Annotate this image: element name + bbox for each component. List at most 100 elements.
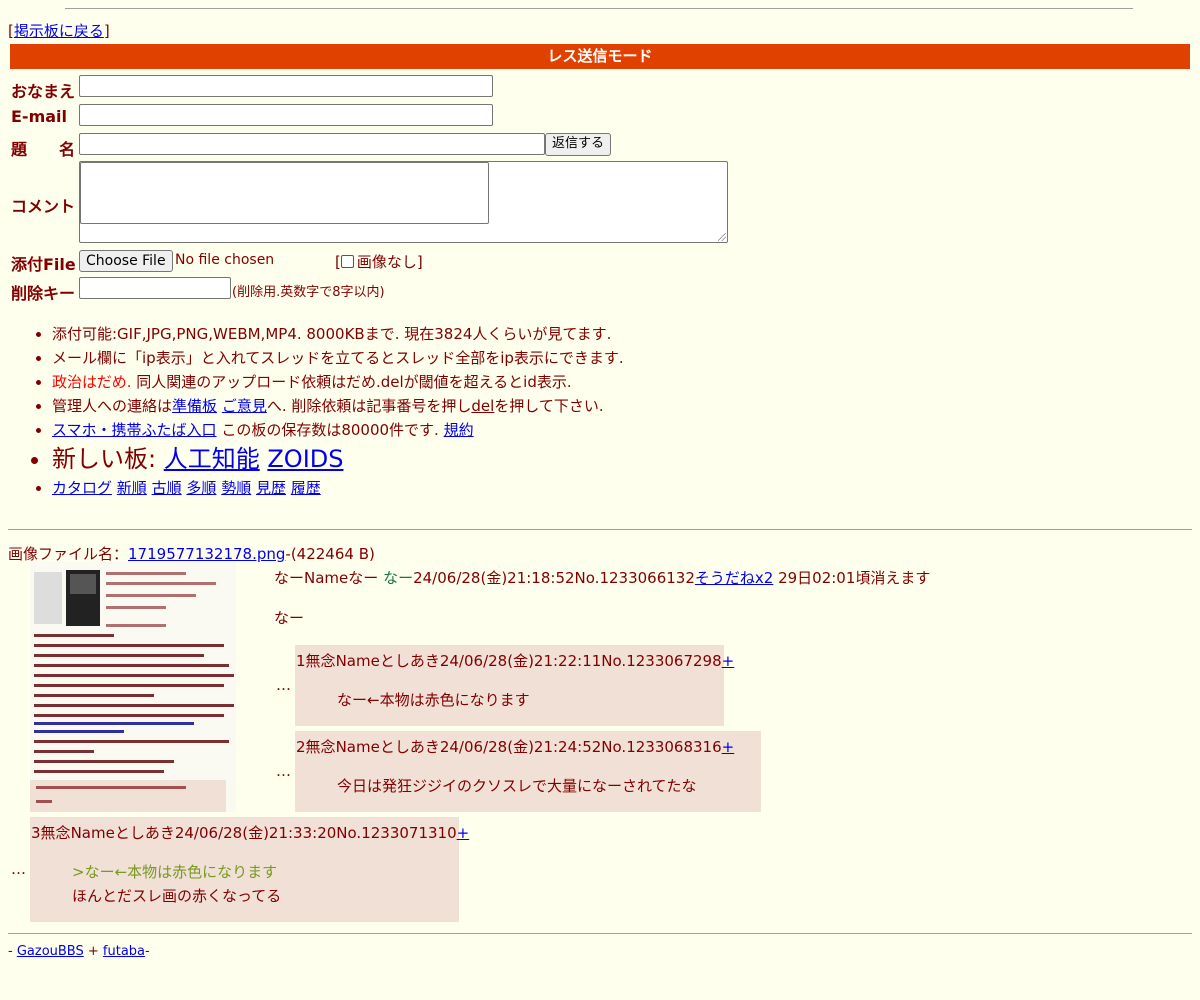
- file-size: -(422464 B): [285, 545, 375, 563]
- new-board-text: 新しい板:: [52, 445, 164, 473]
- reply-plus-button[interactable]: +: [457, 824, 470, 842]
- footer-text: -: [145, 944, 150, 959]
- catalog-link[interactable]: カタログ: [52, 479, 112, 497]
- prep-board-link[interactable]: 準備板: [172, 397, 217, 415]
- name-label: おなまえ: [11, 82, 76, 101]
- rule-text: 同人関連のアップロード依頼はだめ.delが閾値を超えるとid表示.: [131, 373, 572, 391]
- reply-number: 2: [296, 738, 306, 756]
- rule-item: 添付可能:GIF,JPG,PNG,WEBM,MP4. 8000KBまで. 現在3…: [52, 322, 624, 346]
- rule-item: 新しい板: 人工知能 ZOIDS: [52, 442, 624, 476]
- reply-post-number: No.1233067298: [601, 652, 722, 670]
- subject-label: 題 名: [11, 140, 76, 159]
- post-history-link[interactable]: 履歴: [291, 479, 321, 497]
- op-subject: なー: [274, 569, 305, 587]
- viewed-history-link[interactable]: 見歴: [256, 479, 286, 497]
- reply-plus-button[interactable]: +: [722, 738, 735, 756]
- reply-number: 1: [296, 652, 306, 670]
- no-image-bracket-close: ]: [416, 253, 423, 271]
- reply-datetime: 24/06/28(金)21:24:52: [439, 738, 602, 756]
- back-nav: [掲示板に戻る]: [8, 20, 110, 41]
- rule-text: 管理人への連絡は: [52, 397, 173, 415]
- reply-header: 2無念Nameとしあき24/06/28(金)21:24:52No.1233068…: [296, 736, 734, 757]
- subject-input[interactable]: [79, 133, 545, 155]
- reply-post-number: No.1233068316: [601, 738, 722, 756]
- no-image-label: 画像なし: [356, 253, 417, 271]
- rule-item: カタログ 新順 古順 多順 勢順 見歴 履歴: [52, 476, 624, 500]
- back-to-board-link[interactable]: 掲示板に戻る: [14, 22, 104, 40]
- reply-subject: 無念: [305, 652, 336, 670]
- file-prefix: 画像ファイル名：: [8, 545, 129, 563]
- submit-reply-button[interactable]: 返信する: [545, 133, 612, 156]
- no-image-bracket-open: [: [335, 253, 341, 271]
- op-datetime: 24/06/28(金)21:18:52: [413, 569, 575, 587]
- choose-file-button[interactable]: Choose File: [79, 250, 173, 272]
- reply-name-label: Name: [335, 652, 380, 670]
- sort-momentum-link[interactable]: 勢順: [221, 479, 251, 497]
- sodane-button[interactable]: そうだねx2: [695, 569, 773, 587]
- reply-name: としあき: [114, 824, 175, 842]
- reply-ellipsis: …: [276, 762, 291, 780]
- mobile-entrance-link[interactable]: スマホ・携帯ふたば入口: [52, 421, 217, 439]
- reply-body: ほんとだスレ画の赤くなってる: [72, 887, 282, 905]
- reply-header: 1無念Nameとしあき24/06/28(金)21:22:11No.1233067…: [296, 650, 734, 671]
- op-post-header: なーNameなー なー24/06/28(金)21:18:52No.1233066…: [274, 567, 930, 588]
- reply-post: 2無念Nameとしあき24/06/28(金)21:24:52No.1233068…: [295, 731, 761, 812]
- op-name-label: Name: [304, 569, 349, 587]
- reply-datetime: 24/06/28(金)21:33:20: [174, 824, 337, 842]
- resize-grip-icon[interactable]: [718, 233, 726, 241]
- rule-item: 管理人への連絡は準備板 ご意見へ. 削除依頼は記事番号を押しdelを押して下さい…: [52, 394, 624, 418]
- reply-subject: 無念: [40, 824, 71, 842]
- comment-textarea[interactable]: [79, 161, 728, 243]
- reply-ellipsis: …: [276, 676, 291, 694]
- sort-new-link[interactable]: 新順: [117, 479, 147, 497]
- rule-item: スマホ・携帯ふたば入口 この板の保存数は80000件です. 規約: [52, 418, 624, 442]
- delete-key-label: 削除キー: [11, 284, 76, 303]
- thread-image-thumbnail[interactable]: [30, 562, 236, 812]
- politics-warning: 政治はだめ.: [52, 373, 132, 391]
- bracket-close: ]: [103, 22, 110, 40]
- reply-name-label: Name: [335, 738, 380, 756]
- comment-label: コメント: [11, 197, 76, 216]
- reply-body: なー←本物は赤色になります: [337, 691, 530, 709]
- reply-mode-bar: レス送信モード: [10, 44, 1190, 69]
- sort-old-link[interactable]: 古順: [152, 479, 182, 497]
- reply-name: としあき: [379, 738, 440, 756]
- reply-plus-button[interactable]: +: [722, 652, 735, 670]
- zoids-board-link[interactable]: ZOIDS: [267, 445, 343, 473]
- gazoubbs-link[interactable]: GazouBBS: [17, 944, 84, 959]
- feedback-link[interactable]: ご意見: [222, 397, 267, 415]
- terms-link[interactable]: 規約: [444, 421, 474, 439]
- op-post-number: No.1233066132: [574, 569, 695, 587]
- reply-header: 3無念Nameとしあき24/06/28(金)21:33:20No.1233071…: [31, 822, 469, 843]
- no-image-checkbox[interactable]: [340, 255, 354, 268]
- delete-key-input[interactable]: [79, 277, 231, 299]
- reply-name: としあき: [379, 652, 440, 670]
- op-body: なー: [274, 609, 305, 627]
- reply-quote: >なー←本物は赤色になります: [72, 863, 278, 881]
- ai-board-link[interactable]: 人工知能: [164, 445, 260, 473]
- rule-item: 政治はだめ. 同人関連のアップロード依頼はだめ.delが閾値を超えるとid表示.: [52, 370, 624, 394]
- comment-inner-box: [80, 162, 489, 224]
- file-label: 添付File: [11, 255, 76, 274]
- no-image-option: [ 画像なし]: [335, 251, 423, 272]
- top-divider: [65, 8, 1133, 9]
- name-input[interactable]: [79, 75, 493, 97]
- reply-post: 1無念Nameとしあき24/06/28(金)21:22:11No.1233067…: [295, 645, 734, 726]
- board-rules-list: 添付可能:GIF,JPG,PNG,WEBM,MP4. 8000KBまで. 現在3…: [24, 322, 624, 500]
- rule-item: メール欄に「ip表示」と入れてスレッドを立てるとスレッド全部をip表示にできます…: [52, 346, 624, 370]
- futaba-link[interactable]: futaba: [103, 944, 145, 959]
- footer-text: +: [83, 944, 103, 959]
- footer-divider: [8, 933, 1192, 934]
- op-expire: 29日02:01頃消えます: [773, 569, 931, 587]
- del-text: del: [471, 397, 495, 415]
- reply-body: 今日は発狂ジジイのクソスレで大量になーされてたな: [337, 777, 697, 795]
- file-link[interactable]: 1719577132178.png: [128, 545, 285, 563]
- sort-many-link[interactable]: 多順: [186, 479, 216, 497]
- rule-text: へ. 削除依頼は記事番号を押し: [266, 397, 472, 415]
- reply-ellipsis: …: [11, 860, 26, 878]
- email-input[interactable]: [79, 104, 493, 126]
- email-label: E-mail: [11, 107, 68, 126]
- thread-divider: [8, 529, 1192, 530]
- footer-text: -: [8, 944, 17, 959]
- rule-text: この板の保存数は80000件です.: [216, 421, 444, 439]
